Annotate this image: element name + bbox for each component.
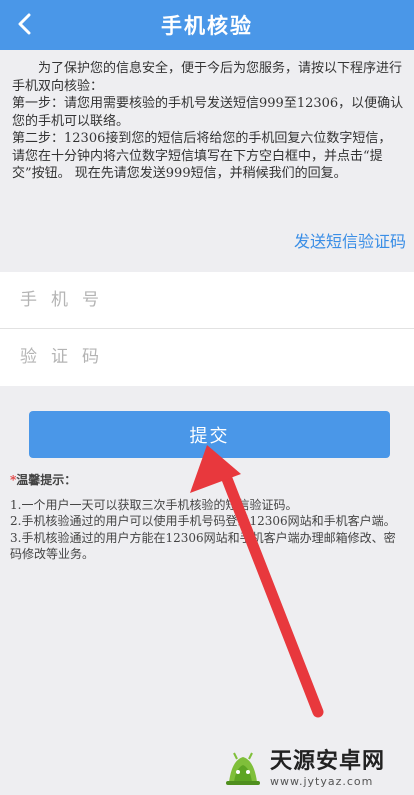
top-bar: 手机核验 [0, 0, 414, 50]
tips-title-text: 温馨提示： [16, 473, 77, 487]
chevron-left-icon [18, 13, 31, 35]
android-logo-icon [226, 752, 260, 785]
tips-section: *温馨提示： 1.一个用户一天可以获取三次手机核验的短信验证码。 2.手机核验通… [10, 472, 406, 563]
watermark-url: www.jytyaz.com [270, 775, 374, 788]
back-button[interactable] [10, 9, 40, 39]
instructions-intro: 为了保护您的信息安全，便于今后为您服务，请按以下程序进行手机双向核验： [12, 61, 403, 94]
send-sms-code-link[interactable]: 发送短信验证码 [294, 228, 406, 252]
tip-item: 3.手机核验通过的用户方能在12306网站和手机客户端办理邮箱修改、密码修改等业… [10, 530, 396, 562]
watermark-name: 天源安卓网 [270, 749, 386, 774]
phone-field-row [0, 272, 414, 328]
verification-form [0, 272, 414, 386]
instructions-step-2: 第二步：12306接到您的短信后将给您的手机回复六位数字短信，请您在十分钟内将六… [12, 131, 392, 181]
tip-item: 2.手机核验通过的用户可以使用手机号码登录12306网站和手机客户端。 [10, 514, 396, 528]
code-field-row [0, 328, 414, 384]
phone-input[interactable] [18, 289, 382, 311]
verification-code-input[interactable] [18, 345, 382, 368]
watermark-text: 天源安卓网 www.jytyaz.com [270, 749, 385, 789]
instructions-step-1: 第一步：请您用需要核验的手机号发送短信999至12306，以便确认您的手机可以联… [12, 96, 404, 129]
tips-title: *温馨提示： [10, 472, 406, 489]
instructions: 为了保护您的信息安全，便于今后为您服务，请按以下程序进行手机双向核验： 第一步：… [12, 60, 404, 183]
watermark: 天源安卓网 www.jytyaz.com [222, 746, 410, 792]
tip-item: 1.一个用户一天可以获取三次手机核验的短信验证码。 [10, 497, 298, 512]
submit-button[interactable]: 提交 [29, 411, 390, 458]
page-title: 手机核验 [161, 14, 253, 38]
